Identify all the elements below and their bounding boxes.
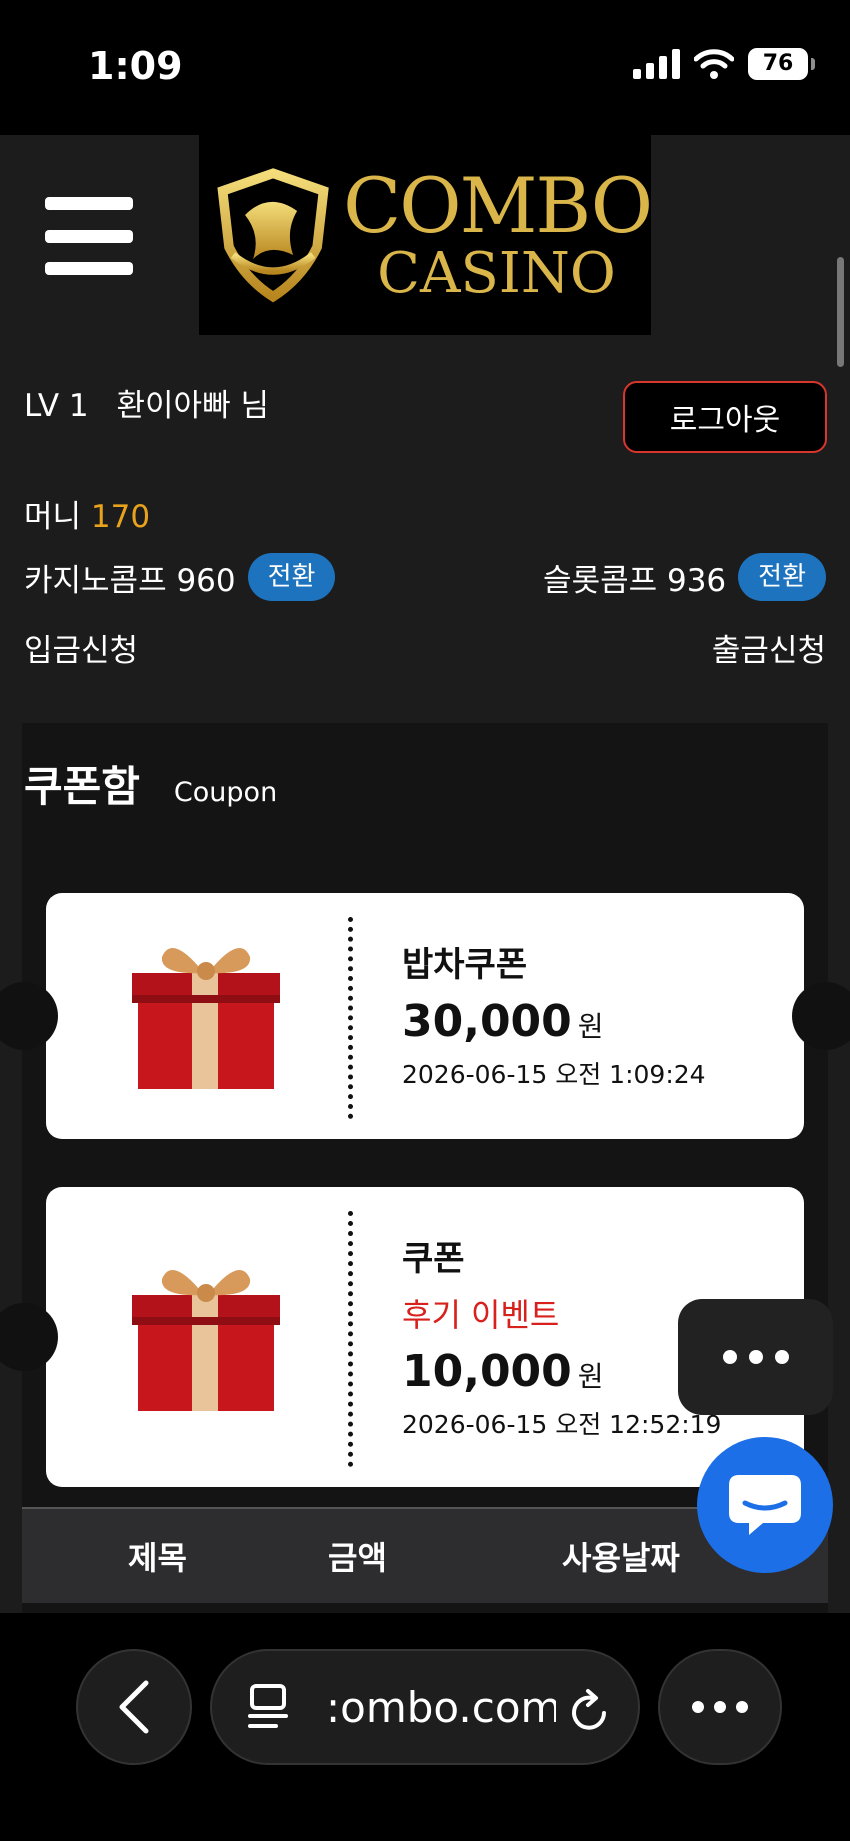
signal-icon	[633, 49, 680, 79]
coupon-name: 쿠폰	[402, 1239, 465, 1279]
gift-icon	[132, 1270, 280, 1411]
tabs-icon	[248, 1684, 288, 1728]
ticket-notch	[0, 982, 58, 1050]
column-header-date: 사용날짜	[562, 1539, 680, 1577]
slot-comp-convert-button[interactable]: 전환	[738, 553, 826, 601]
coupon-amount: 30,000 원	[402, 996, 706, 1047]
more-icon[interactable]	[678, 1299, 833, 1415]
logo-line1: COMBO	[343, 161, 653, 250]
logo[interactable]: COMBO CASINO	[199, 135, 653, 335]
user-info: LV 1 환이아빠 님	[24, 380, 269, 425]
coupon-currency: 원	[577, 1010, 604, 1043]
bank-row: 입금신청 출금신청	[24, 625, 826, 670]
ticket-divider	[348, 917, 353, 1119]
coupon-title-ko: 쿠폰함	[24, 762, 140, 811]
coupon-amount-value: 30,000	[402, 996, 572, 1047]
battery-icon: 76	[748, 48, 815, 80]
status-bar: 1:09 76	[0, 0, 850, 135]
logo-text: COMBO CASINO	[343, 161, 653, 306]
browser-toolbar: :ombo.com	[0, 1613, 850, 1841]
user-level: LV 1	[24, 388, 89, 424]
money-label: 머니	[24, 499, 82, 535]
slot-comp-label: 슬롯콤프 936	[543, 562, 727, 599]
address-bar[interactable]: :ombo.com	[210, 1649, 640, 1765]
status-time: 1:09	[88, 44, 183, 88]
back-button[interactable]	[76, 1649, 192, 1765]
slot-comp: 슬롯콤프 936 전환	[543, 553, 826, 601]
url-text: :ombo.com	[326, 1682, 556, 1732]
logo-line2: CASINO	[377, 241, 616, 306]
coupon-card[interactable]: 밥차쿠폰 30,000 원 2026-06-15 오전 1:09:24	[0, 893, 850, 1139]
back-icon	[119, 1680, 149, 1734]
casino-comp: 카지노콤프 960 전환	[24, 553, 336, 601]
ticket-notch	[792, 982, 850, 1050]
coupon-date: 2026-06-15 오전 12:52:19	[402, 1410, 722, 1439]
gift-icon	[132, 948, 280, 1089]
withdraw-link[interactable]: 출금신청	[712, 625, 826, 670]
coupon-amount-value: 10,000	[402, 1346, 572, 1397]
coupon-date: 2026-06-15 오전 1:09:24	[402, 1060, 706, 1089]
status-icons: 76	[633, 48, 815, 80]
logout-button[interactable]: 로그아웃	[623, 381, 827, 453]
deposit-link[interactable]: 입금신청	[24, 625, 138, 670]
coupon-title-en: Coupon	[173, 777, 278, 808]
coupon-name: 밥차쿠폰	[402, 945, 528, 985]
money-row: 머니 170	[24, 491, 150, 536]
coupon-info: 밥차쿠폰 30,000 원 2026-06-15 오전 1:09:24	[402, 937, 706, 1091]
reload-icon[interactable]	[568, 1687, 612, 1735]
browser-more-button[interactable]	[658, 1649, 782, 1765]
scrollbar[interactable]	[837, 257, 844, 367]
ticket-notch	[0, 1303, 58, 1371]
money-value: 170	[90, 499, 151, 535]
casino-comp-label: 카지노콤프 960	[24, 562, 236, 599]
column-header-amount: 금액	[328, 1539, 387, 1577]
coupon-currency: 원	[577, 1360, 604, 1393]
column-header-title: 제목	[128, 1539, 187, 1577]
user-name: 환이아빠 님	[116, 388, 269, 424]
hamburger-icon[interactable]	[45, 197, 133, 275]
coupon-title: 쿠폰함 Coupon	[24, 753, 277, 814]
casino-comp-convert-button[interactable]: 전환	[247, 553, 336, 601]
wifi-icon	[694, 49, 734, 79]
coupon-amount: 10,000 원	[402, 1346, 721, 1397]
coupon-event: 후기 이벤트	[402, 1296, 560, 1334]
coupon-info: 쿠폰 후기 이벤트 10,000 원 2026-06-15 오전 12:52:1…	[402, 1231, 721, 1441]
shield-logo-icon	[217, 168, 329, 303]
header: COMBO CASINO	[0, 135, 850, 335]
chat-icon[interactable]	[697, 1437, 833, 1573]
ticket-divider	[348, 1211, 353, 1467]
